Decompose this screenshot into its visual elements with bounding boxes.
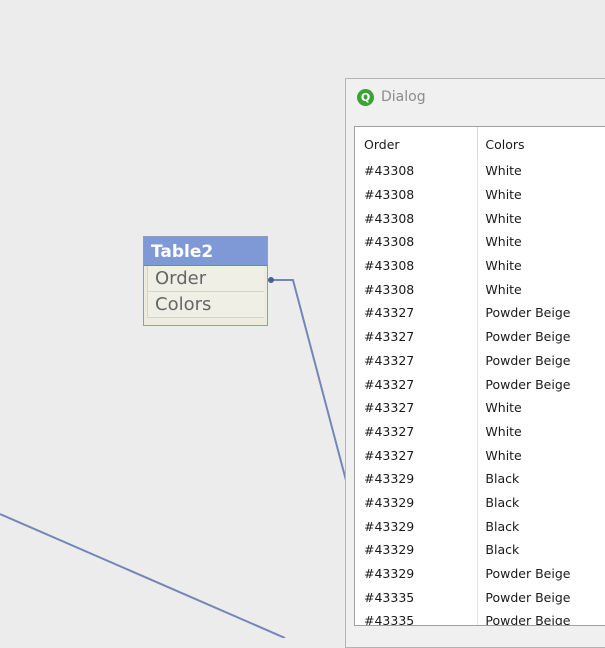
- cell-order: #43308: [355, 277, 479, 302]
- cell-order: #43329: [355, 561, 479, 586]
- cell-order: #43308: [355, 159, 479, 183]
- table-row[interactable]: #43327 White: [355, 443, 605, 467]
- cell-order: #43327: [355, 443, 479, 467]
- table-row[interactable]: #43308 White: [355, 159, 605, 183]
- cell-colors: White: [485, 447, 522, 463]
- cell-colors: Powder Beige: [485, 376, 571, 392]
- table-row[interactable]: #43329 Black: [355, 538, 605, 562]
- cell-colors: Powder Beige: [485, 305, 571, 321]
- cell-order: #43327: [355, 301, 479, 325]
- table-row[interactable]: #43308 White: [355, 206, 605, 231]
- cell-colors: Black: [485, 471, 520, 487]
- table-row[interactable]: #43327 Powder Beige: [355, 372, 605, 396]
- table-row[interactable]: #43327 White: [355, 395, 605, 420]
- grid-body: #43308 White #43308 White #43308 White #43308 W…: [355, 159, 605, 626]
- table-field-order[interactable]: Order: [147, 266, 264, 292]
- qlik-logo-icon: Q: [357, 89, 374, 106]
- cell-order: #43327: [355, 395, 479, 420]
- cell-colors: White: [485, 234, 522, 250]
- cell-colors: White: [485, 258, 522, 274]
- link-connector-dot: [268, 277, 274, 283]
- table-row[interactable]: #43329 Powder Beige: [355, 561, 605, 586]
- cell-order: #43308: [355, 253, 479, 278]
- table-row[interactable]: #43329 Black: [355, 514, 605, 538]
- table-row[interactable]: #43335 Powder Beige: [355, 585, 605, 610]
- cell-order: #43327: [355, 372, 479, 396]
- cell-order: #43335: [355, 585, 479, 610]
- table-row[interactable]: #43329 Black: [355, 490, 605, 515]
- table-row[interactable]: #43327 White: [355, 419, 605, 444]
- cell-order: #43327: [355, 348, 479, 373]
- dialog-titlebar[interactable]: Q Dialog: [346, 79, 605, 117]
- cell-order: #43308: [355, 230, 479, 254]
- table-row[interactable]: #43327 Powder Beige: [355, 301, 605, 325]
- cell-order: #43308: [355, 206, 479, 231]
- cell-colors: Black: [485, 494, 520, 510]
- cell-colors: White: [485, 281, 522, 297]
- cell-colors: White: [485, 210, 522, 226]
- table-row[interactable]: #43327 Powder Beige: [355, 324, 605, 349]
- table-box-title: Table2: [144, 237, 267, 266]
- cell-colors: Powder Beige: [485, 613, 571, 626]
- table-row[interactable]: #43335 Powder Beige: [355, 609, 605, 626]
- column-header-order[interactable]: Order: [355, 127, 479, 159]
- dialog-window[interactable]: Q Dialog Order Colors #43308 White #43308 W…: [345, 78, 605, 648]
- cell-order: #43329: [355, 466, 479, 491]
- table-box-table2[interactable]: Table2 Order Colors: [143, 236, 274, 326]
- cell-order: #43329: [355, 490, 479, 515]
- table-row[interactable]: #43308 White: [355, 230, 605, 254]
- cell-order: #43329: [355, 538, 479, 562]
- cell-colors: White: [485, 423, 522, 439]
- cell-colors: Powder Beige: [485, 329, 571, 345]
- cell-colors: Black: [485, 518, 520, 534]
- cell-colors: White: [485, 163, 522, 179]
- cell-colors: Black: [485, 542, 520, 558]
- table-row[interactable]: #43308 White: [355, 277, 605, 302]
- cell-order: #43308: [355, 182, 479, 207]
- data-grid[interactable]: Order Colors #43308 White #43308 White #4330…: [354, 126, 605, 626]
- cell-order: #43335: [355, 609, 479, 625]
- connector-lower-link: [0, 513, 286, 638]
- cell-order: #43329: [355, 514, 479, 538]
- connector-table2-link: [270, 279, 349, 489]
- cell-colors: Powder Beige: [485, 566, 571, 582]
- grid-header-row: Order Colors: [355, 127, 605, 159]
- cell-colors: White: [485, 400, 522, 416]
- table-row[interactable]: #43308 White: [355, 253, 605, 278]
- table-row[interactable]: #43308 White: [355, 182, 605, 207]
- table-row[interactable]: #43329 Black: [355, 466, 605, 491]
- cell-order: #43327: [355, 324, 479, 349]
- column-header-colors[interactable]: Colors: [478, 127, 605, 159]
- dialog-title: Dialog: [381, 89, 426, 105]
- cell-colors: White: [485, 187, 522, 203]
- table-row[interactable]: #43327 Powder Beige: [355, 348, 605, 373]
- cell-order: #43327: [355, 419, 479, 444]
- cell-colors: Powder Beige: [485, 352, 571, 368]
- table-field-colors[interactable]: Colors: [147, 292, 264, 318]
- cell-colors: Powder Beige: [485, 589, 571, 605]
